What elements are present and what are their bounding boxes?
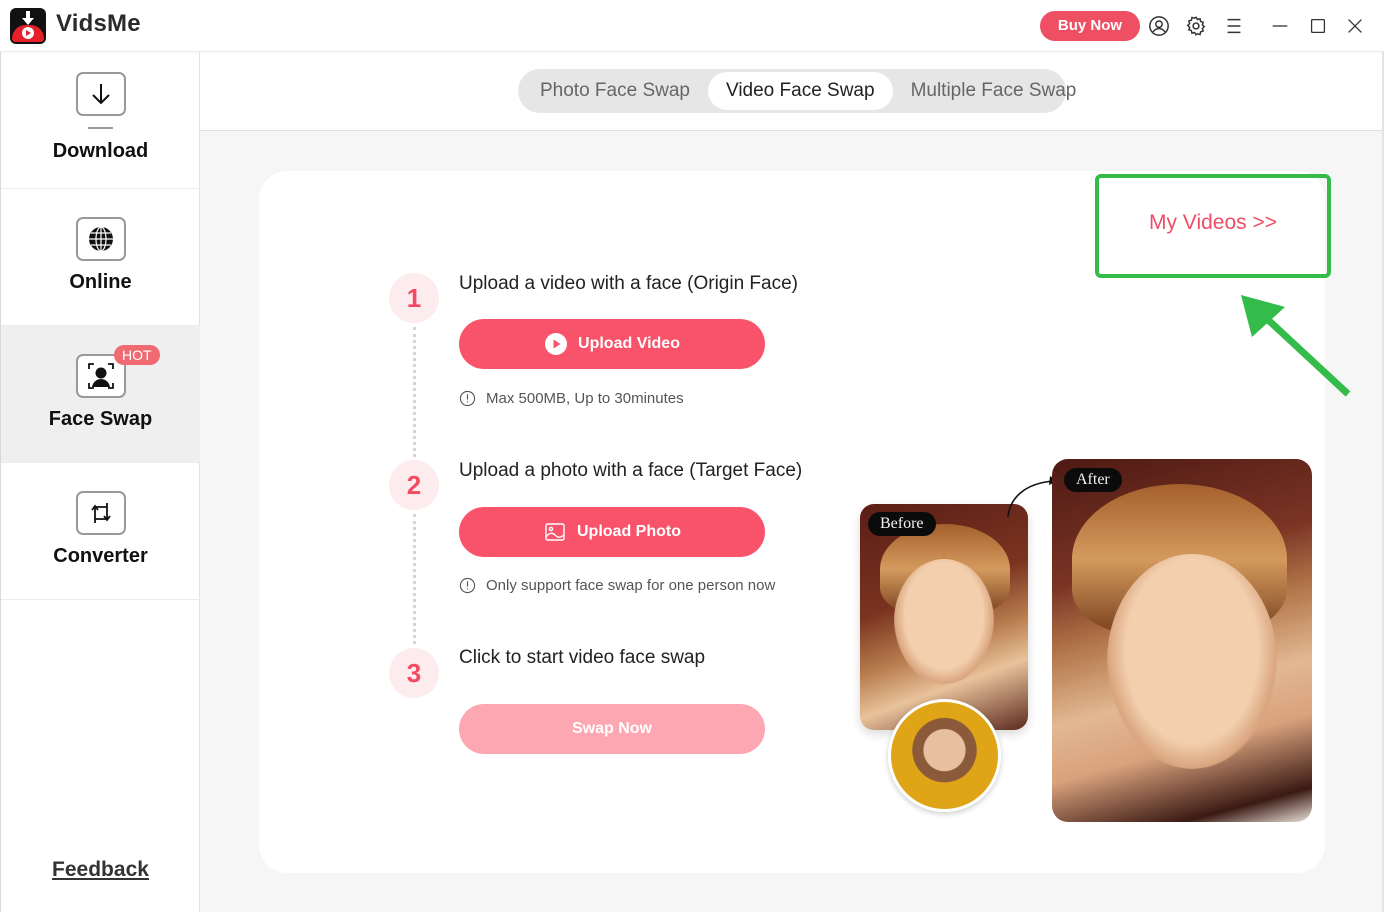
my-videos-link[interactable]: My Videos >> (1099, 178, 1327, 274)
image-icon (545, 523, 565, 541)
menu-icon[interactable] (1221, 13, 1247, 39)
close-icon[interactable] (1342, 13, 1368, 39)
upload-photo-button[interactable]: Upload Photo (459, 507, 765, 557)
step-connector (413, 327, 416, 457)
sidebar-item-face-swap[interactable]: HOT Face Swap (1, 326, 200, 463)
sidebar: Download Online HOT Face Swap Converter … (0, 52, 200, 912)
tab-multiple-face-swap[interactable]: Multiple Face Swap (893, 72, 1095, 110)
settings-icon[interactable] (1183, 13, 1209, 39)
tab-video-face-swap[interactable]: Video Face Swap (707, 72, 893, 110)
mode-tabs: Photo Face Swap Video Face Swap Multiple… (518, 69, 1076, 113)
sidebar-item-download[interactable]: Download (1, 52, 200, 189)
step-connector (413, 514, 416, 644)
sidebar-item-label: Download (52, 140, 149, 162)
my-videos-highlight: My Videos >> (1095, 174, 1331, 278)
sidebar-item-online[interactable]: Online (1, 189, 200, 326)
step-number-1: 1 (389, 273, 439, 323)
tab-bar: Photo Face Swap Video Face Swap Multiple… (200, 52, 1382, 131)
convert-icon (76, 491, 126, 535)
title-bar: VidsMe Buy Now (0, 0, 1384, 52)
info-icon (459, 577, 476, 594)
step-title-2: Upload a photo with a face (Target Face) (459, 460, 803, 481)
hint-text: Max 500MB, Up to 30minutes (486, 390, 684, 407)
upload-video-button[interactable]: Upload Video (459, 319, 765, 369)
upload-photo-label: Upload Photo (577, 523, 681, 540)
maximize-icon[interactable] (1305, 13, 1331, 39)
before-label: Before (868, 512, 936, 536)
step-title-3: Click to start video face swap (459, 647, 706, 668)
sidebar-item-label: Face Swap (48, 408, 153, 430)
hint-text: Only support face swap for one person no… (486, 577, 776, 594)
account-icon[interactable] (1146, 13, 1172, 39)
buy-now-button[interactable]: Buy Now (1040, 11, 1140, 41)
upload-video-label: Upload Video (578, 335, 680, 352)
sidebar-item-label: Converter (53, 545, 148, 567)
green-pointer-arrow-icon (1241, 295, 1351, 397)
tab-photo-face-swap[interactable]: Photo Face Swap (522, 72, 708, 110)
before-preview-image (860, 504, 1028, 730)
after-preview-image (1052, 459, 1312, 822)
globe-icon (76, 217, 126, 261)
hot-badge: HOT (114, 345, 160, 365)
feedback-link[interactable]: Feedback (1, 858, 200, 882)
play-circle-icon (545, 333, 568, 355)
step-number-2: 2 (389, 460, 439, 510)
minimize-icon[interactable] (1267, 13, 1293, 39)
after-label: After (1064, 468, 1122, 492)
sidebar-item-converter[interactable]: Converter (1, 463, 200, 600)
app-title: VidsMe (56, 10, 141, 37)
main-area: Photo Face Swap Video Face Swap Multiple… (200, 52, 1382, 912)
target-face-image (888, 699, 1001, 812)
upload-photo-hint: Only support face swap for one person no… (459, 577, 775, 594)
swap-now-button[interactable]: Swap Now (459, 704, 765, 754)
download-underline (88, 127, 113, 129)
upload-video-hint: Max 500MB, Up to 30minutes (459, 390, 684, 407)
app-window: VidsMe Buy Now Download Online HOT Face … (0, 0, 1384, 912)
info-icon (459, 390, 476, 407)
sidebar-item-label: Online (69, 271, 132, 293)
step-number-3: 3 (389, 648, 439, 698)
app-logo-icon (10, 8, 46, 44)
step-title-1: Upload a video with a face (Origin Face) (459, 273, 798, 294)
download-icon (76, 72, 126, 116)
